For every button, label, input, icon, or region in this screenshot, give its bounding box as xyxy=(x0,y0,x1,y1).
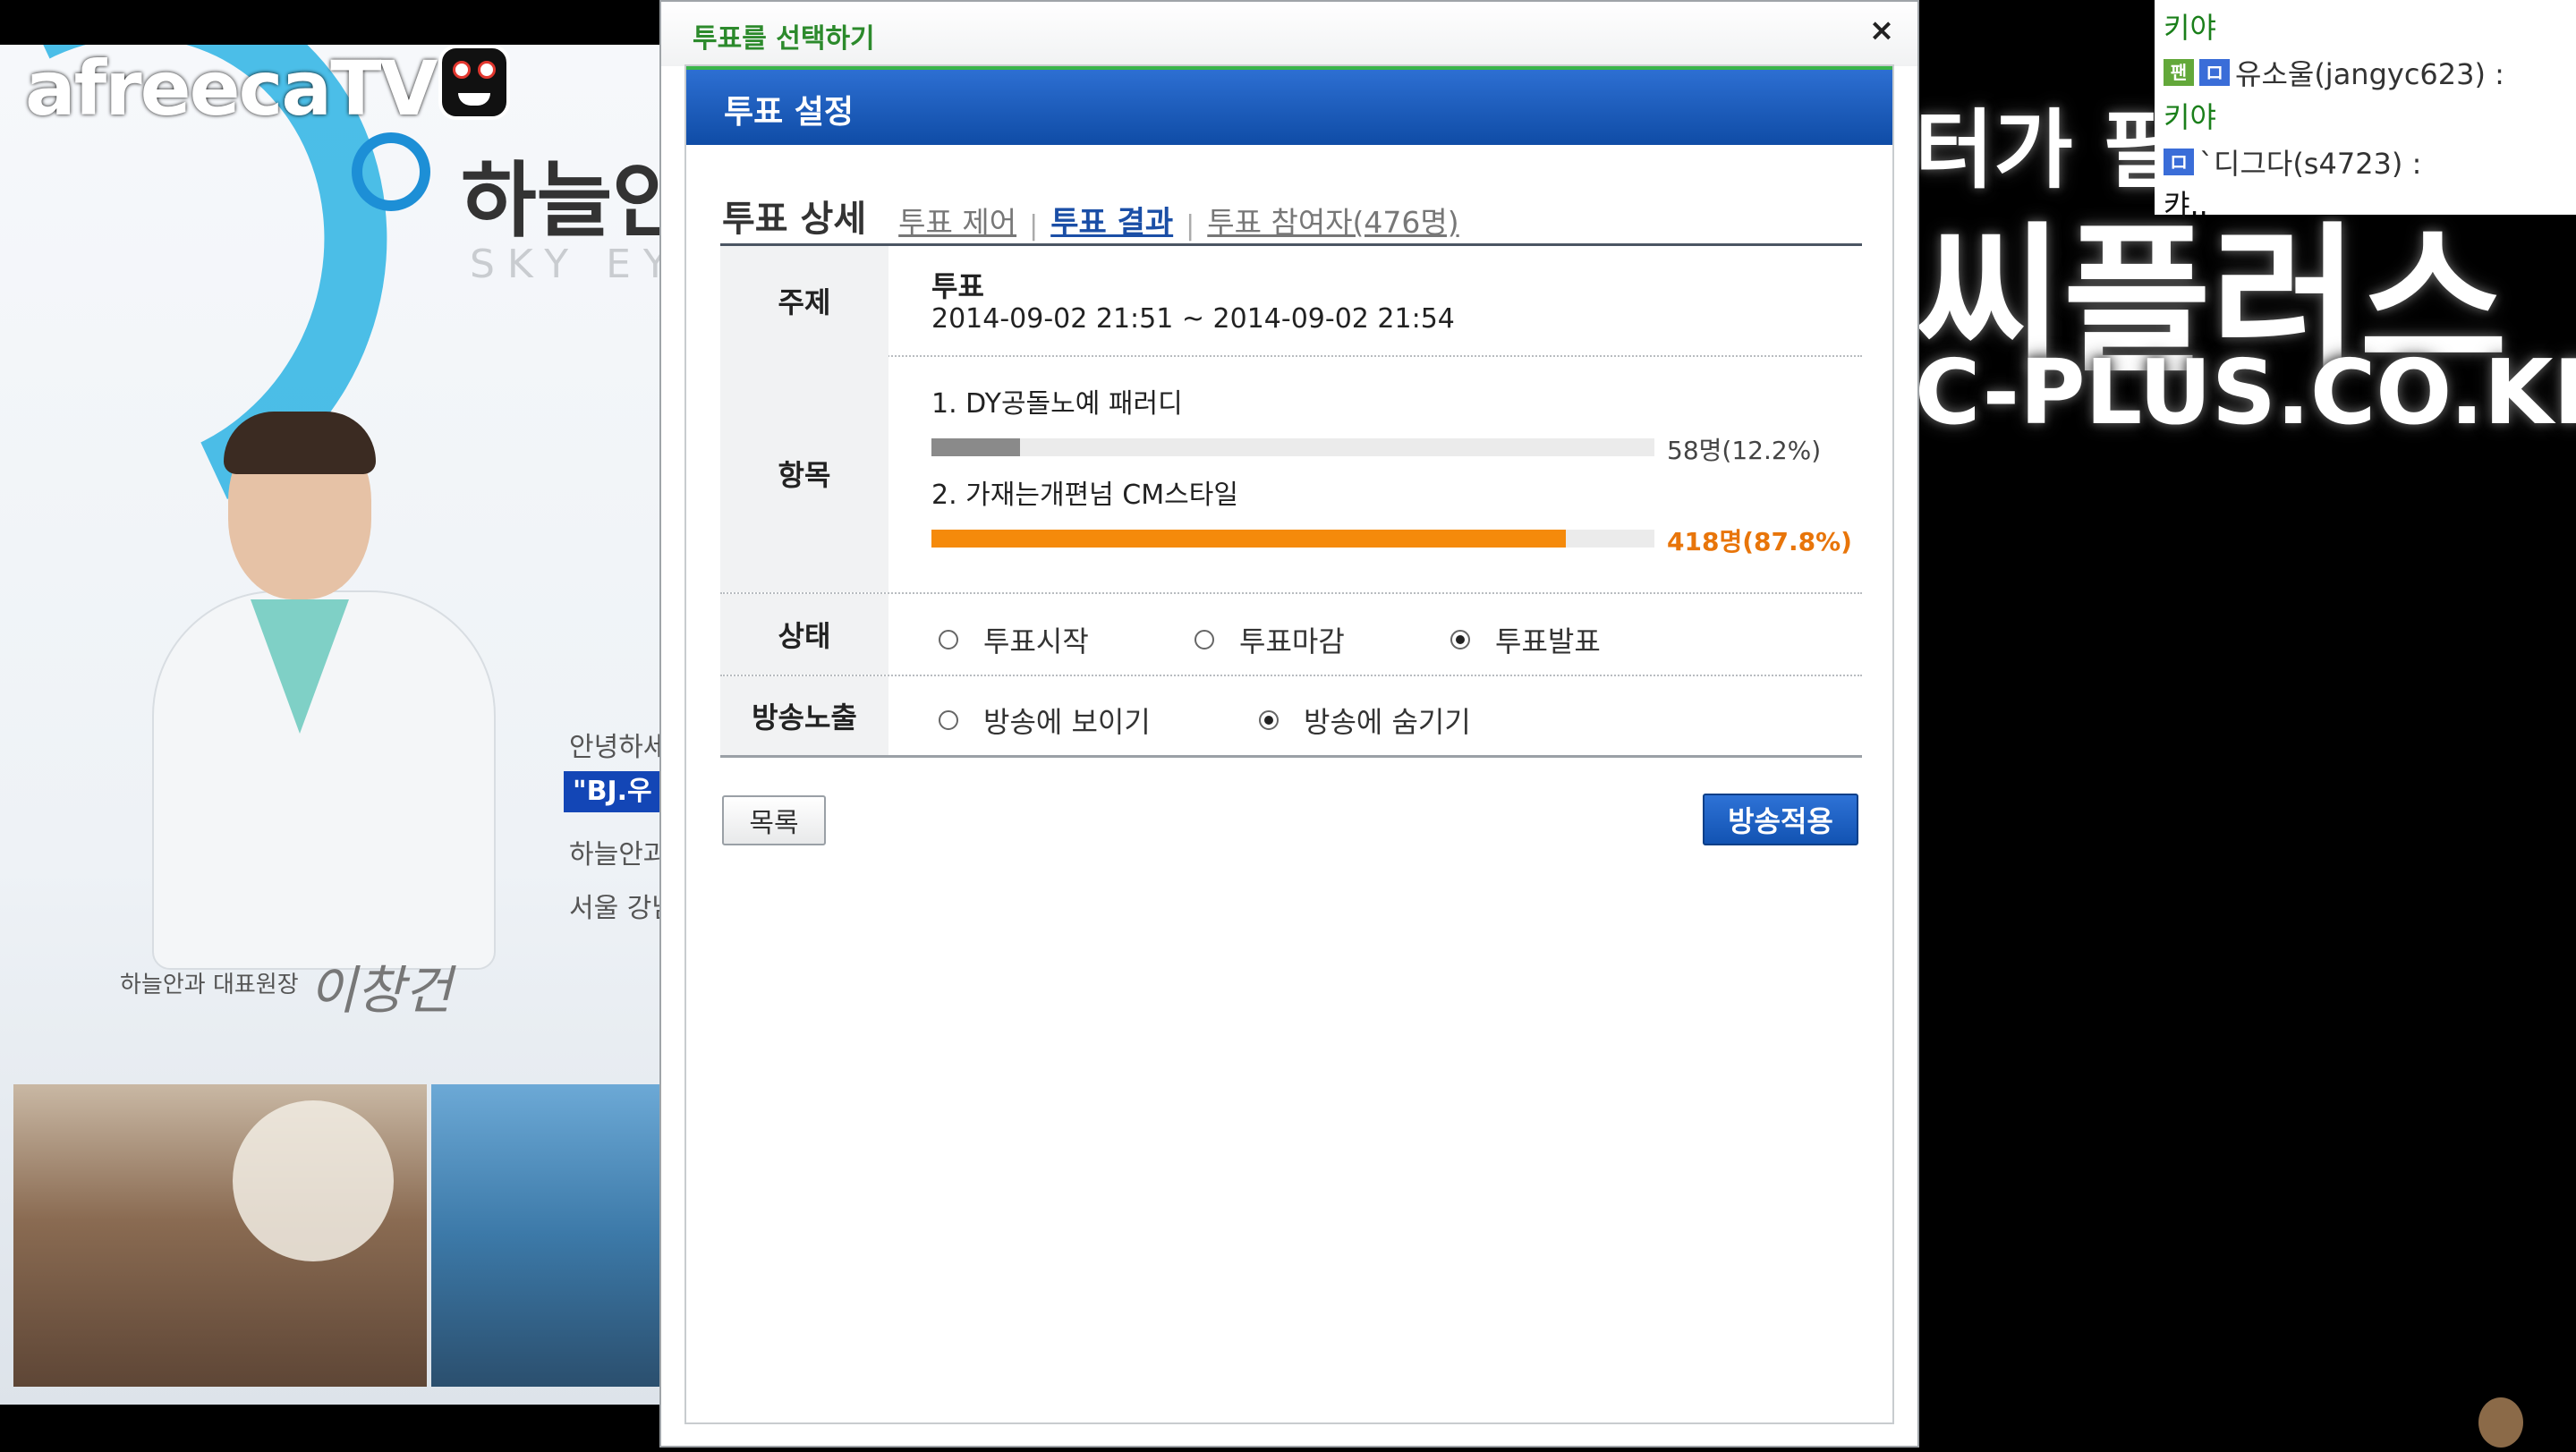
option-2-text: 2. 가재는개편넘 CM스타일 xyxy=(931,480,1238,511)
close-button[interactable]: × xyxy=(1864,13,1900,48)
option-2-count: 418명(87.8%) xyxy=(1667,527,1852,556)
chat-username[interactable]: 유소울(jangyc623) : xyxy=(2235,52,2504,93)
status-close-label: 투표마감 xyxy=(1239,624,1345,658)
status-row: 상태 투표시작 투표마감 투표발표 xyxy=(720,594,1862,676)
ad-caption: 하늘안과 대표원장 xyxy=(120,972,299,998)
chat-panel: 키야 팬 ロ 유소울(jangyc623) : 키야 ロ `디그다(s4723)… xyxy=(2155,0,2576,222)
ad-side-text-3: 서울 강남 xyxy=(569,893,662,924)
radio-icon[interactable] xyxy=(1259,710,1279,730)
fan-badge-icon: 팬 xyxy=(2164,59,2194,86)
subject-row: 주제 투표 2014-09-02 21:51 ~ 2014-09-02 21:5… xyxy=(720,243,1862,357)
tab-poll-control[interactable]: 투표 제어 xyxy=(898,199,1016,242)
radio-icon[interactable] xyxy=(939,630,958,650)
poll-period: 2014-09-02 21:51 ~ 2014-09-02 21:54 xyxy=(931,303,1455,335)
radio-icon[interactable] xyxy=(939,710,958,730)
items-row: 항목 1. DY공돌노예 패러디 58명(12.2%) 2. 가재는개편넘 CM… xyxy=(720,354,1862,594)
option-2-bar-fill xyxy=(931,530,1567,548)
broadcast-exposure-row: 방송노출 방송에 보이기 방송에 숨기기 xyxy=(720,676,1862,758)
promo-text-line3: C-PLUS.CO.KR xyxy=(1915,340,2576,445)
clinic-logo-icon xyxy=(352,132,430,211)
chat-message: 키야 xyxy=(2164,95,2216,136)
chat-user-line[interactable]: ロ `디그다(s4723) : xyxy=(2164,141,2421,183)
poll-title: 투표 xyxy=(931,269,984,303)
ad-logo-text: 하늘안 xyxy=(461,153,662,249)
afreeca-logo: afreecaTV xyxy=(25,45,438,132)
chat-user-line[interactable]: 팬 ロ 유소울(jangyc623) : xyxy=(2164,52,2504,93)
ad-side-text-1: 안녕하세 xyxy=(569,732,662,763)
status-announce-label: 투표발표 xyxy=(1495,624,1601,658)
chat-message-text: 캬.. xyxy=(2164,188,2208,222)
chat-username[interactable]: `디그다(s4723) : xyxy=(2199,141,2421,183)
clinic-photo-waiting-room xyxy=(431,1084,662,1387)
bear-mascot-icon xyxy=(2478,1397,2523,1448)
radio-icon[interactable] xyxy=(1450,630,1470,650)
status-start-label: 투표시작 xyxy=(983,624,1089,658)
dialog-body: 투표 설정 투표 상세 투표 제어 | 투표 결과 | 투표 참여자(476명)… xyxy=(684,64,1894,1424)
subscriber-badge-icon: ロ xyxy=(2164,149,2194,175)
option-2-bar xyxy=(931,530,1654,548)
ad-banner: 하늘안 SKY EYE 안녕하세 "BJ.우 하늘안과 서울 강남 하늘안과 대… xyxy=(0,45,662,1405)
option-1-text: 1. DY공돌노예 패러디 xyxy=(931,388,1183,420)
status-label: 상태 xyxy=(720,594,888,675)
chat-message: 캬.. xyxy=(2164,183,2208,224)
status-close-radio[interactable]: 투표마감 xyxy=(1194,619,1345,660)
poll-dialog: 투표를 선택하기 × 투표 설정 투표 상세 투표 제어 | 투표 결과 | 투… xyxy=(659,0,1919,1448)
broadcast-show-radio[interactable]: 방송에 보이기 xyxy=(939,700,1151,741)
items-label: 항목 xyxy=(720,354,888,592)
apply-broadcast-button[interactable]: 방송적용 xyxy=(1703,794,1858,845)
tab-poll-result[interactable]: 투표 결과 xyxy=(1050,198,1173,242)
tab-poll-detail: 투표 상세 xyxy=(722,199,867,240)
ad-logo-subtitle: SKY EYE xyxy=(470,242,662,287)
option-1-bar xyxy=(931,438,1654,456)
chat-message: 키야 xyxy=(2164,5,2216,47)
broadcast-hide-radio[interactable]: 방송에 숨기기 xyxy=(1259,700,1471,741)
ad-side-text-2: 하늘안과 xyxy=(569,839,662,870)
clinic-photo-tree xyxy=(233,1100,394,1261)
broadcast-exposure-label: 방송노출 xyxy=(720,676,888,755)
ad-bj-tag: "BJ.우 xyxy=(564,771,662,812)
chat-message-text: 키야 xyxy=(2164,100,2216,134)
dialog-title: 투표를 선택하기 xyxy=(693,23,875,55)
tab-separator: | xyxy=(1029,210,1039,242)
ad-signature: 이창건 xyxy=(309,960,453,1021)
dialog-titlebar[interactable]: 투표를 선택하기 × xyxy=(661,2,1917,66)
radio-icon[interactable] xyxy=(1194,630,1214,650)
tab-poll-participants[interactable]: 투표 참여자(476명) xyxy=(1207,199,1458,242)
chat-message-text: 키야 xyxy=(2164,11,2216,45)
option-1-bar-fill xyxy=(931,438,1020,456)
subscriber-badge-icon: ロ xyxy=(2199,59,2230,86)
status-start-radio[interactable]: 투표시작 xyxy=(939,619,1089,660)
option-1-count: 58명(12.2%) xyxy=(1667,436,1822,465)
status-announce-radio[interactable]: 투표발표 xyxy=(1450,619,1601,660)
list-button[interactable]: 목록 xyxy=(722,795,826,845)
broadcast-hide-label: 방송에 숨기기 xyxy=(1304,705,1471,739)
section-title: 투표 설정 xyxy=(724,94,854,131)
afreeca-mascot-icon xyxy=(438,45,510,120)
section-header: 투표 설정 xyxy=(686,66,1892,145)
tab-separator: | xyxy=(1186,210,1195,242)
poll-tabs: 투표 상세 투표 제어 | 투표 결과 | 투표 참여자(476명) xyxy=(722,188,1459,242)
broadcast-show-label: 방송에 보이기 xyxy=(983,705,1151,739)
doctor-hair xyxy=(224,412,376,474)
subject-label: 주제 xyxy=(720,246,888,355)
